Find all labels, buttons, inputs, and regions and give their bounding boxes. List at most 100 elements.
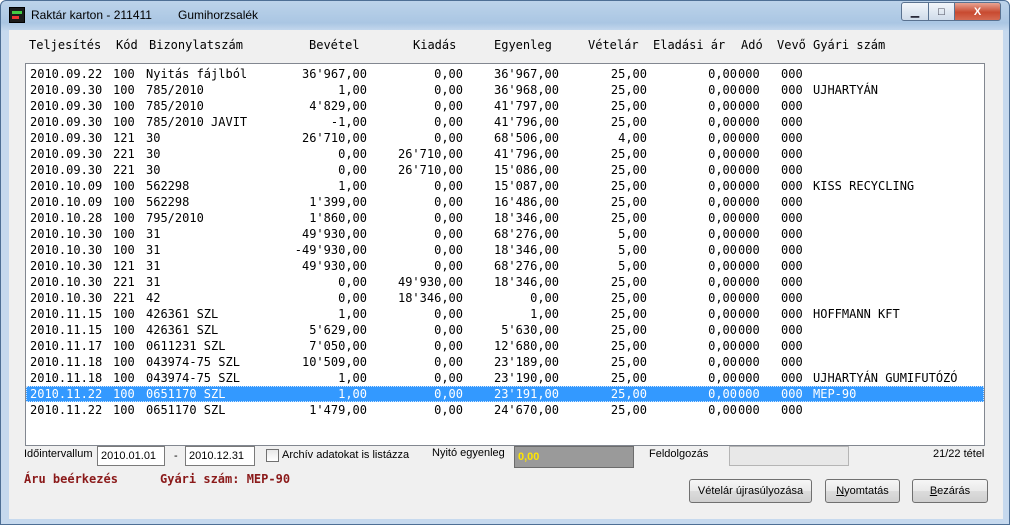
cell-biz: 785/2010 JAVIT — [146, 115, 248, 129]
table-row[interactable]: 2010.10.28 100 795/2010 1'860,00 0,00 18'346,… — [26, 210, 984, 226]
table-row[interactable]: 2010.09.22 100 Nyitás fájlból 36'967,00 0,00… — [26, 66, 984, 82]
table-row[interactable]: 2010.11.18 100 043974-75 SZL 1,00 0,00 23'190… — [26, 370, 984, 386]
cell-egy: 1,00 — [530, 307, 559, 321]
cell-vet: 25,00 — [610, 307, 647, 321]
cell-ado: 000 — [738, 307, 760, 321]
table-row[interactable]: 2010.09.30 100 785/2010 1,00 0,00 36'968,00 25… — [26, 82, 984, 98]
table-row[interactable]: 2010.09.30 100 785/2010 4'829,00 0,00 41'797,… — [26, 98, 984, 114]
cell-ela: 0,00 — [708, 227, 737, 241]
cell-date: 2010.09.30 — [30, 147, 103, 161]
cell-date: 2010.11.22 — [30, 387, 103, 401]
cell-ela: 0,00 — [708, 243, 737, 257]
table-row[interactable]: 2010.09.30 100 785/2010 JAVIT -1,00 0,00 41'7… — [26, 114, 984, 130]
cell-vev: 000 — [781, 291, 803, 305]
table-row[interactable]: 2010.11.22 100 0651170 SZL 1'479,00 0,00 24'6… — [26, 402, 984, 418]
maximize-button[interactable]: □ — [928, 2, 955, 21]
cell-kia: 26'710,00 — [397, 163, 463, 177]
print-button[interactable]: Nyomtatás — [825, 479, 900, 503]
col-header-bizonylatszam[interactable]: Bizonylatszám — [149, 38, 243, 52]
cell-vev: 000 — [781, 307, 803, 321]
cell-ado: 000 — [738, 195, 760, 209]
col-header-bevetel[interactable]: Bevétel — [309, 38, 360, 52]
date-from-field[interactable]: 2010.01.01 — [97, 446, 165, 466]
cell-kod: 221 — [113, 147, 135, 161]
table-row[interactable]: 2010.10.30 221 31 0,00 49'930,00 18'346,00 25,… — [26, 274, 984, 290]
cell-egy: 41'796,00 — [493, 147, 559, 161]
cell-ela: 0,00 — [708, 147, 737, 161]
cell-date: 2010.10.09 — [30, 179, 103, 193]
table-row-selected[interactable]: 2010.11.22 100 0651170 SZL 1,00 0,00 23'191,0… — [26, 386, 984, 402]
cell-ado: 000 — [738, 355, 760, 369]
table-row[interactable]: 2010.11.15 100 426361 SZL 1,00 0,00 1,00 25,00… — [26, 306, 984, 322]
cell-kia: 0,00 — [434, 403, 463, 417]
col-header-teljesites[interactable]: Teljesítés — [29, 38, 101, 52]
cell-vev: 000 — [781, 355, 803, 369]
cell-biz: 42 — [146, 291, 161, 305]
cell-kod: 100 — [113, 339, 135, 353]
minimize-button[interactable]: ▁ — [901, 2, 929, 21]
cell-ado: 000 — [738, 131, 760, 145]
cell-egy: 23'191,00 — [493, 387, 559, 401]
cell-ado: 000 — [738, 163, 760, 177]
close-button[interactable]: Bezárás — [912, 479, 988, 503]
table-row[interactable]: 2010.11.18 100 043974-75 SZL 10'509,00 0,00 2… — [26, 354, 984, 370]
col-header-gyari-szam[interactable]: Gyári szám — [813, 38, 885, 52]
cell-ado: 000 — [738, 291, 760, 305]
table-row[interactable]: 2010.11.17 100 0611231 SZL 7'050,00 0,00 12'6… — [26, 338, 984, 354]
cell-ela: 0,00 — [708, 307, 737, 321]
cell-biz: 785/2010 — [146, 99, 204, 113]
cell-date: 2010.10.30 — [30, 275, 103, 289]
col-header-vevo[interactable]: Vevő — [777, 38, 806, 52]
archive-checkbox[interactable] — [266, 449, 279, 462]
table-row[interactable]: 2010.10.30 121 31 49'930,00 0,00 68'276,00 5,0… — [26, 258, 984, 274]
cell-biz: 562298 — [146, 179, 190, 193]
list-rows: 2010.09.22 100 Nyitás fájlból 36'967,00 0,00… — [26, 66, 984, 418]
cell-ado: 000 — [738, 179, 760, 193]
cell-biz: 043974-75 SZL — [146, 371, 240, 385]
table-row[interactable]: 2010.10.09 100 562298 1'399,00 0,00 16'486,00… — [26, 194, 984, 210]
cell-kia: 0,00 — [434, 323, 463, 337]
cell-ado: 000 — [738, 403, 760, 417]
table-row[interactable]: 2010.11.15 100 426361 SZL 5'629,00 0,00 5'630… — [26, 322, 984, 338]
cell-kod: 100 — [113, 67, 135, 81]
cell-kod: 221 — [113, 275, 135, 289]
cell-bev: 1,00 — [338, 307, 367, 321]
title-bar[interactable]: Raktár karton - 211411 Gumihorzsalék ▁ □… — [1, 1, 1009, 29]
table-row[interactable]: 2010.09.30 121 30 26'710,00 0,00 68'506,00 4,0… — [26, 130, 984, 146]
cell-vet: 25,00 — [610, 195, 647, 209]
col-header-vetelar[interactable]: Vételár — [588, 38, 639, 52]
cell-ado: 000 — [738, 243, 760, 257]
table-row[interactable]: 2010.10.09 100 562298 1,00 0,00 15'087,00 25,0… — [26, 178, 984, 194]
table-row[interactable]: 2010.09.30 221 30 0,00 26'710,00 15'086,00 25,… — [26, 162, 984, 178]
recalc-price-button[interactable]: Vételár újrasúlyozása — [689, 479, 812, 503]
cell-gyr: UJHARTYÁN — [813, 83, 879, 97]
close-window-button[interactable]: X — [954, 2, 1001, 21]
col-header-egyenleg[interactable]: Egyenleg — [494, 38, 552, 52]
col-header-kiadas[interactable]: Kiadás — [413, 38, 456, 52]
cell-ela: 0,00 — [708, 67, 737, 81]
table-row[interactable]: 2010.10.30 100 31 49'930,00 0,00 68'276,00 5,0… — [26, 226, 984, 242]
cell-date: 2010.11.18 — [30, 355, 103, 369]
col-header-ado[interactable]: Adó — [741, 38, 763, 52]
stock-ledger-list[interactable]: 2010.09.22 100 Nyitás fájlból 36'967,00 0,00… — [25, 63, 985, 446]
date-to-field[interactable]: 2010.12.31 — [185, 446, 255, 466]
col-header-kod[interactable]: Kód — [116, 38, 138, 52]
table-row[interactable]: 2010.10.30 221 42 0,00 18'346,00 0,00 25,00 0,0… — [26, 290, 984, 306]
recalc-price-button-label: Vételár újrasúlyozása — [697, 485, 804, 497]
table-row[interactable]: 2010.10.30 100 31 -49'930,00 0,00 18'346,00 5,… — [26, 242, 984, 258]
close-button-accel: B — [929, 485, 938, 497]
cell-vet: 25,00 — [610, 163, 647, 177]
cell-date: 2010.11.15 — [30, 307, 103, 321]
cell-ela: 0,00 — [708, 387, 737, 401]
cell-ela: 0,00 — [708, 323, 737, 337]
cell-bev: 1,00 — [338, 387, 367, 401]
cell-kod: 121 — [113, 131, 135, 145]
table-row[interactable]: 2010.09.30 221 30 0,00 26'710,00 41'796,00 25,… — [26, 146, 984, 162]
cell-bev: -1,00 — [330, 115, 367, 129]
cell-kia: 0,00 — [434, 83, 463, 97]
cell-egy: 36'968,00 — [493, 83, 559, 97]
cell-kia: 18'346,00 — [397, 291, 463, 305]
cell-date: 2010.10.28 — [30, 211, 103, 225]
cell-kod: 100 — [113, 195, 135, 209]
col-header-eladasi-ar[interactable]: Eladási ár — [653, 38, 725, 52]
